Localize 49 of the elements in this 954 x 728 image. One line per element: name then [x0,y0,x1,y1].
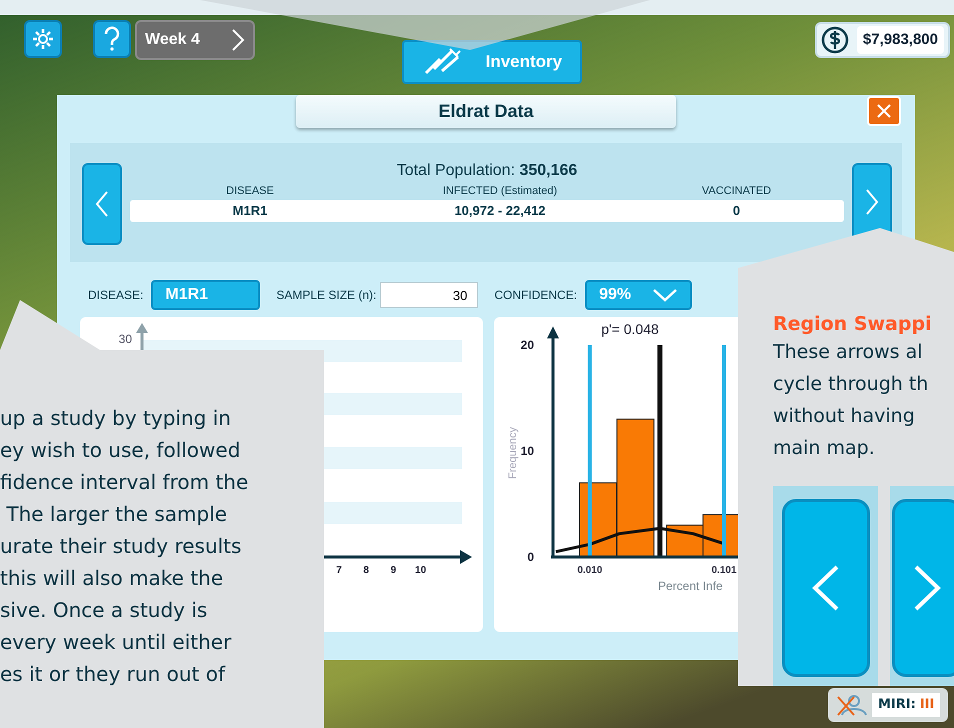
confidence-label: CONFIDENCE: [494,287,578,304]
settings-button[interactable] [24,20,62,58]
disease-label: DISEASE: [88,287,144,304]
chevron-right-icon [865,188,879,216]
close-button[interactable] [867,96,901,126]
axis-tick-label: 0.101 [712,565,737,576]
table-cell-text: 10,972 - 22,412 [453,202,547,220]
table-cell-text: 0 [732,202,742,220]
total-population: Total Population: 350,166 [396,161,578,181]
axis-tick-label: 10 [415,565,426,576]
axis-tick-label: 10 [520,444,534,458]
sample-size-field[interactable]: 30 [380,282,478,308]
confidence-dropdown[interactable]: 99% [585,280,692,310]
table-cell-text: M1R1 [232,202,268,220]
previous-region-button[interactable] [82,163,122,245]
axis-tick-label: 8 [363,565,369,576]
chevron-left-icon [95,190,109,218]
sample-size-label: SAMPLE SIZE (n): [276,287,376,304]
dollar-icon [820,26,849,54]
dialog-title: Eldrat Data [296,95,676,128]
axis-tick-label: 0.010 [577,565,602,576]
close-icon [876,103,892,119]
question-mark-icon [102,26,122,52]
region-rank: III [920,696,934,714]
callout-text: These arrows al cycle through th without having main map. [773,340,930,461]
column-header: VACCINATED [700,184,772,199]
axis-tick-label: 0 [527,550,534,564]
chevron-left-icon [810,562,840,612]
axis-tick-label: 9 [390,565,396,576]
chevron-right-icon [231,28,245,52]
money-amount: $7,983,800 [856,26,944,54]
region-label: MIRI: [878,696,916,714]
disease-selector[interactable]: M1R1 [151,280,260,310]
callout-title: Region Swappi [773,312,933,336]
inventory-button[interactable]: Inventory [402,40,582,84]
help-button[interactable] [93,20,131,58]
caret-icon [652,288,678,302]
callout-text: up a study by typing in ey wish to use, followed fidence interval from the The larger the sample urate their study results this will also make the sive. Once a study is every week until either es it or they run out of [0,405,250,688]
week-button[interactable]: Week 4 [135,20,255,60]
p-value-label: p'= 0.048 [601,321,659,337]
axis-tick-label: 20 [520,338,534,352]
crossed-person-icon [836,693,868,717]
axis-tick-label: 7 [336,565,342,576]
column-header: DISEASE [225,184,275,199]
axis-title: Percent Infe [658,579,723,593]
column-header: INFECTED (Estimated) [442,184,558,199]
axis-tick-label: 30 [118,332,132,346]
settings-icon [31,27,55,51]
axis-title: Frequency [507,427,519,479]
